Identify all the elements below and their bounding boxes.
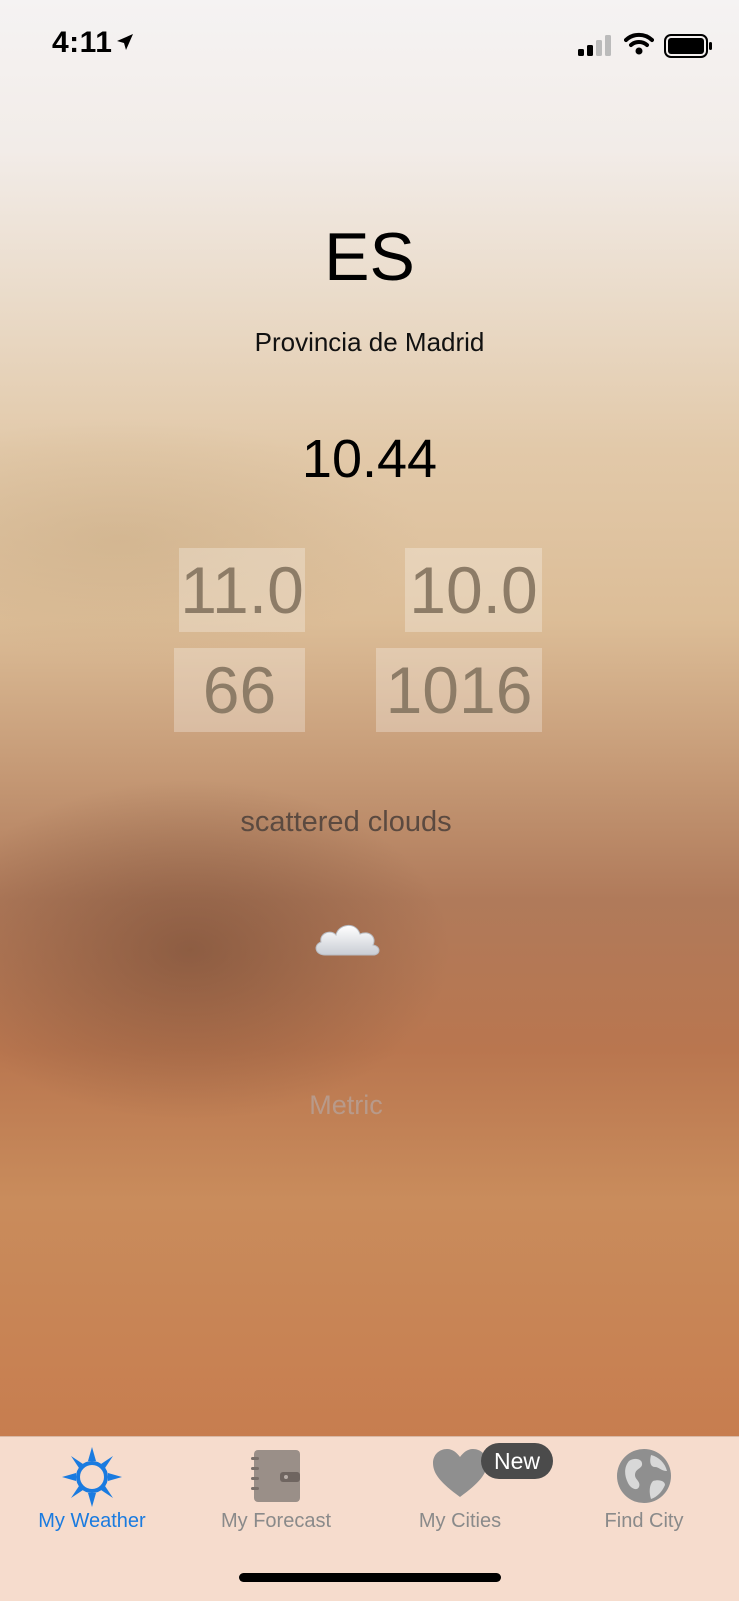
battery-icon — [664, 34, 714, 63]
home-indicator[interactable] — [239, 1573, 501, 1582]
cloud-icon — [311, 915, 383, 966]
sun-icon — [62, 1447, 122, 1512]
tab-label: My Cities — [418, 1510, 502, 1532]
tab-my-weather[interactable]: My Weather — [0, 1437, 184, 1547]
heart-icon — [431, 1447, 489, 1504]
status-time: 4:11 — [52, 26, 113, 59]
max-temp-value: 11.0 — [179, 548, 305, 632]
notebook-icon — [248, 1447, 304, 1510]
tab-label: My Forecast — [220, 1510, 332, 1532]
cellular-signal-icon — [578, 34, 614, 61]
location-arrow-icon — [116, 33, 134, 56]
background-gradient — [0, 0, 739, 1436]
tab-label: Find City — [604, 1510, 684, 1532]
tab-label: My Weather — [38, 1510, 146, 1532]
status-bar: 4:11 — [0, 0, 739, 90]
units-toggle-button[interactable]: Metric — [0, 1090, 692, 1121]
country-code: ES — [324, 219, 415, 295]
current-temperature: 10.44 — [301, 429, 438, 489]
tab-my-forecast[interactable]: My Forecast — [184, 1437, 368, 1547]
weather-description: scattered clouds — [240, 806, 452, 838]
tab-find-city[interactable]: Find City — [552, 1437, 736, 1547]
min-temp-value: 10.0 — [405, 548, 542, 632]
pressure-value: 1016 — [376, 648, 542, 732]
region-name: Provincia de Madrid — [254, 327, 485, 357]
globe-icon — [615, 1447, 673, 1510]
wifi-icon — [624, 31, 654, 60]
humidity-value: 66 — [174, 648, 305, 732]
new-badge: New — [481, 1443, 553, 1479]
